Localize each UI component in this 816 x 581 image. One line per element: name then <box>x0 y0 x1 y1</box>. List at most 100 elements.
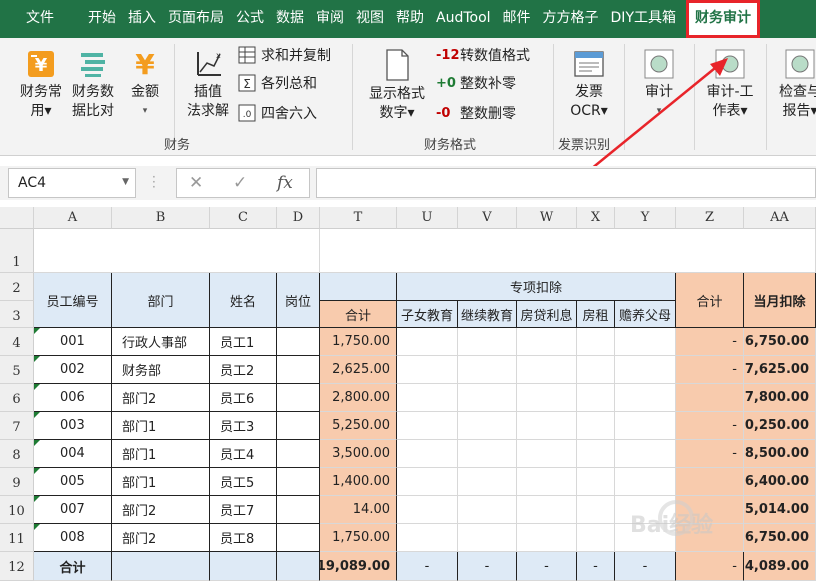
cell-row10-a[interactable]: 007 <box>34 496 112 524</box>
cell-row6-c[interactable]: 员工6 <box>210 384 277 412</box>
header-total-z[interactable]: 合计 <box>676 273 744 328</box>
column-sum-button[interactable]: Σ 各列总和 <box>238 72 317 94</box>
column-header-t[interactable]: T <box>320 207 397 229</box>
cell-row10-u[interactable] <box>397 496 458 524</box>
cell-row6-u[interactable] <box>397 384 458 412</box>
column-header-u[interactable]: U <box>397 207 458 229</box>
tab-help[interactable]: 帮助 <box>390 0 430 38</box>
round-half-even-button[interactable]: .0 四舍六入 <box>238 102 317 124</box>
cell-row10-t[interactable]: 14.00 <box>320 496 397 524</box>
tab-audtool[interactable]: AudTool <box>430 0 497 38</box>
cell-row1-right[interactable] <box>320 229 816 273</box>
cell-row7-u[interactable] <box>397 412 458 440</box>
header-post[interactable]: 岗位 <box>277 273 320 328</box>
name-box[interactable]: AC4 ▼ <box>8 168 136 198</box>
header-department[interactable]: 部门 <box>112 273 210 328</box>
row-header-3[interactable]: 3 <box>0 301 34 328</box>
cell-row9-a[interactable]: 005 <box>34 468 112 496</box>
total-v[interactable]: - <box>458 552 517 581</box>
header-continuing-education[interactable]: 继续教育 <box>458 301 517 328</box>
cell-row4-aa[interactable]: 6,750.00 <box>744 328 816 356</box>
cell-row7-b[interactable]: 部门1 <box>112 412 210 440</box>
tab-formulas[interactable]: 公式 <box>230 0 270 38</box>
cell-row5-v[interactable] <box>458 356 517 384</box>
column-header-c[interactable]: C <box>210 207 277 229</box>
tab-financial-audit[interactable]: 财务审计 <box>686 0 760 38</box>
header-month-deduction[interactable]: 当月扣除 <box>744 273 816 328</box>
tab-home[interactable]: 开始 <box>82 0 122 38</box>
cell-row5-b[interactable]: 财务部 <box>112 356 210 384</box>
cell-row7-t[interactable]: 5,250.00 <box>320 412 397 440</box>
row-header-11[interactable]: 11 <box>0 524 34 552</box>
total-x[interactable]: - <box>577 552 615 581</box>
cell-row9-d[interactable] <box>277 468 320 496</box>
cell-row6-x[interactable] <box>577 384 615 412</box>
total-name[interactable] <box>210 552 277 581</box>
cell-row4-u[interactable] <box>397 328 458 356</box>
cell-row5-z[interactable]: - <box>676 356 744 384</box>
sum-copy-button[interactable]: 求和并复制 <box>238 44 331 66</box>
cell-row11-c[interactable]: 员工8 <box>210 524 277 552</box>
function-icon[interactable]: fx <box>277 173 293 193</box>
cell-row6-b[interactable]: 部门2 <box>112 384 210 412</box>
row-header-9[interactable]: 9 <box>0 468 34 496</box>
header-employee-id[interactable]: 员工编号 <box>34 273 112 328</box>
total-t[interactable]: 19,089.00 <box>320 552 397 581</box>
cell-row8-b[interactable]: 部门1 <box>112 440 210 468</box>
row-header-6[interactable]: 6 <box>0 384 34 412</box>
cell-row5-t[interactable]: 2,625.00 <box>320 356 397 384</box>
cell-row1-left[interactable] <box>34 229 320 273</box>
pad-zero-button[interactable]: +0 整数补零 <box>436 72 516 94</box>
row-header-5[interactable]: 5 <box>0 356 34 384</box>
cell-row11-z[interactable] <box>676 524 744 552</box>
select-all-corner[interactable] <box>0 207 34 229</box>
financial-compare-button[interactable]: 财务数 据比对 <box>68 48 118 121</box>
cell-row10-x[interactable] <box>577 496 615 524</box>
column-header-y[interactable]: Y <box>615 207 676 229</box>
cell-row4-a[interactable]: 001 <box>34 328 112 356</box>
cell-row6-a[interactable]: 006 <box>34 384 112 412</box>
header-mortgage-interest[interactable]: 房贷利息 <box>517 301 577 328</box>
cell-row11-y[interactable] <box>615 524 676 552</box>
column-header-aa[interactable]: AA <box>744 207 816 229</box>
cell-row8-t[interactable]: 3,500.00 <box>320 440 397 468</box>
tab-diy-toolbox[interactable]: DIY工具箱 <box>605 0 682 38</box>
column-header-b[interactable]: B <box>112 207 210 229</box>
cell-row6-v[interactable] <box>458 384 517 412</box>
cell-row7-z[interactable]: - <box>676 412 744 440</box>
total-w[interactable]: - <box>517 552 577 581</box>
cell-row4-v[interactable] <box>458 328 517 356</box>
cell-row9-t[interactable]: 1,400.00 <box>320 468 397 496</box>
cell-row10-v[interactable] <box>458 496 517 524</box>
row-header-4[interactable]: 4 <box>0 328 34 356</box>
total-z[interactable]: - <box>676 552 744 581</box>
column-header-v[interactable]: V <box>458 207 517 229</box>
row-header-7[interactable]: 7 <box>0 412 34 440</box>
total-label[interactable]: 合计 <box>34 552 112 581</box>
cell-row5-a[interactable]: 002 <box>34 356 112 384</box>
total-post[interactable] <box>277 552 320 581</box>
cell-row7-y[interactable] <box>615 412 676 440</box>
cell-row4-z[interactable]: - <box>676 328 744 356</box>
header-rent[interactable]: 房租 <box>577 301 615 328</box>
cell-row4-c[interactable]: 员工1 <box>210 328 277 356</box>
remove-zero-button[interactable]: -0 整数删零 <box>436 102 516 124</box>
cell-row6-z[interactable] <box>676 384 744 412</box>
tab-insert[interactable]: 插入 <box>122 0 162 38</box>
cell-row11-x[interactable] <box>577 524 615 552</box>
cell-row6-d[interactable] <box>277 384 320 412</box>
cell-row10-z[interactable] <box>676 496 744 524</box>
cell-row5-w[interactable] <box>517 356 577 384</box>
cell-row8-aa[interactable]: 8,500.00 <box>744 440 816 468</box>
column-header-w[interactable]: W <box>517 207 577 229</box>
cell-row6-y[interactable] <box>615 384 676 412</box>
column-header-d[interactable]: D <box>277 207 320 229</box>
total-u[interactable]: - <box>397 552 458 581</box>
cell-row4-y[interactable] <box>615 328 676 356</box>
financial-common-button[interactable]: ¥ 财务常 用▾ <box>16 48 66 121</box>
cell-row5-c[interactable]: 员工2 <box>210 356 277 384</box>
cell-row4-t[interactable]: 1,750.00 <box>320 328 397 356</box>
cell-row5-u[interactable] <box>397 356 458 384</box>
cell-row11-d[interactable] <box>277 524 320 552</box>
display-format-button[interactable]: 显示格式 数字▾ <box>366 48 428 123</box>
